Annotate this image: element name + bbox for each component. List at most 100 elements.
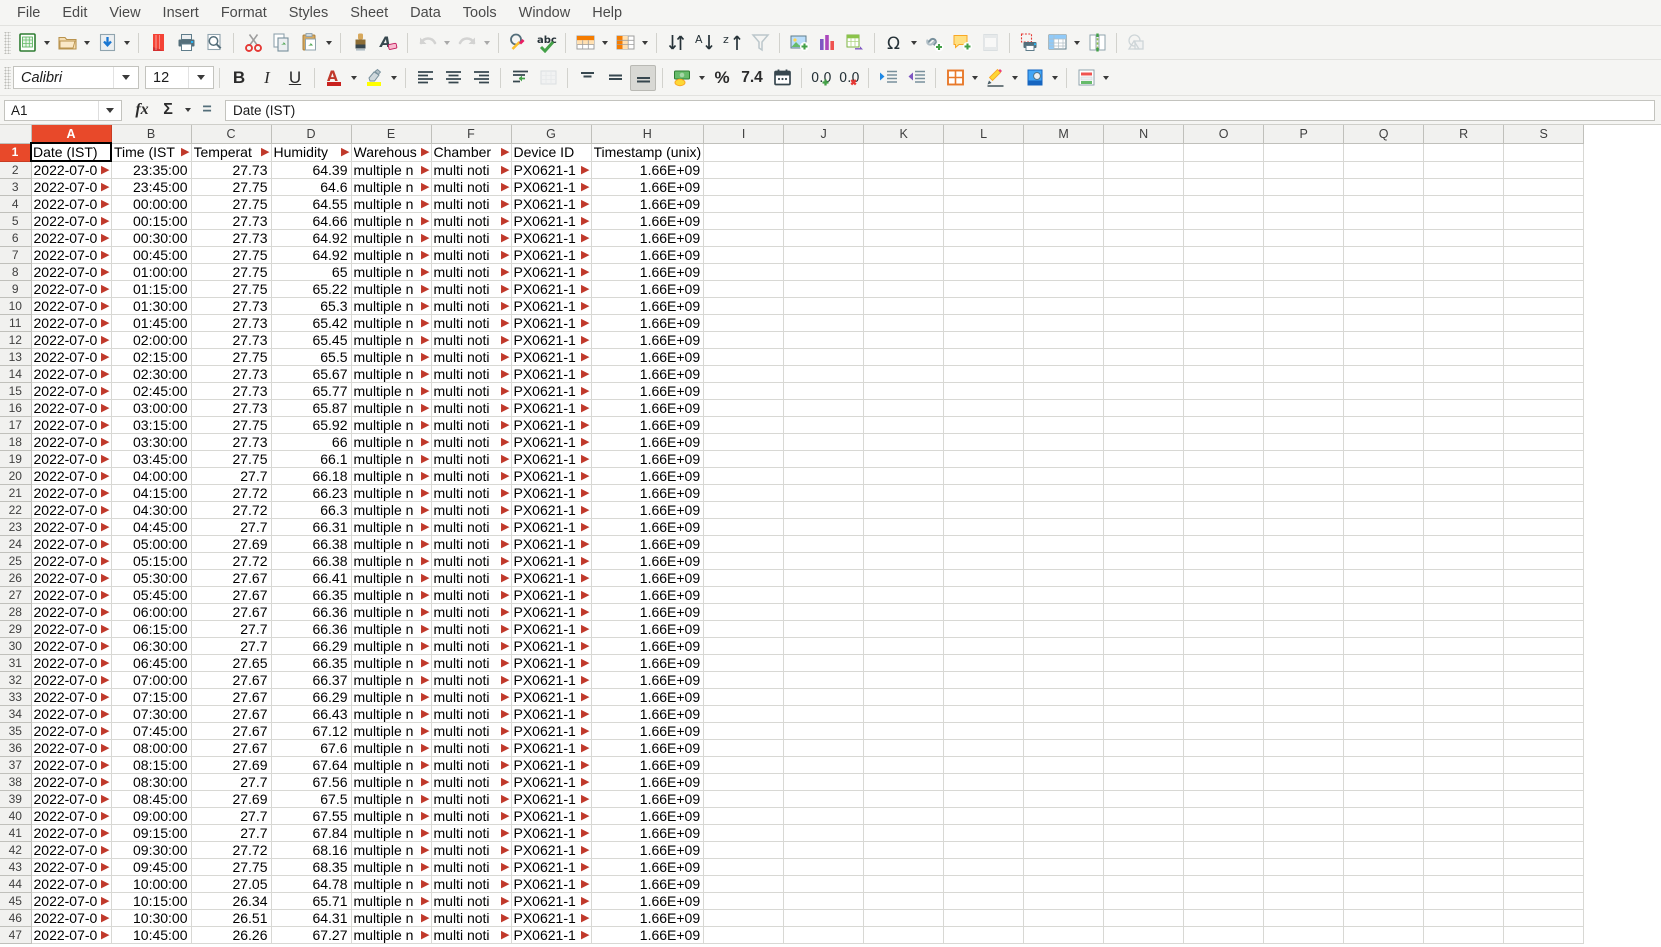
empty-cell-k21[interactable] xyxy=(863,484,945,502)
column-header-p[interactable]: P xyxy=(1263,125,1345,144)
empty-cell-i47[interactable] xyxy=(703,926,785,944)
cell-f2[interactable]: ▶ multi noti xyxy=(431,161,512,179)
cell-f44[interactable]: ▶ multi noti xyxy=(431,875,512,893)
align-top-icon[interactable] xyxy=(574,65,600,91)
cell-a41[interactable]: ▶ 2022-07-0 xyxy=(31,824,112,842)
empty-cell-i28[interactable] xyxy=(703,603,785,621)
empty-cell-k35[interactable] xyxy=(863,722,945,740)
empty-cell-p29[interactable] xyxy=(1263,620,1345,638)
cell-c12[interactable]: 27.73 xyxy=(191,331,272,349)
cell-a12[interactable]: ▶ 2022-07-0 xyxy=(31,331,112,349)
cell-h15[interactable]: 1.66E+09 xyxy=(591,382,705,400)
cell-f26[interactable]: ▶ multi noti xyxy=(431,569,512,587)
empty-cell-q20[interactable] xyxy=(1343,467,1425,485)
cell-g22[interactable]: ▶ PX0621-1 xyxy=(511,501,592,519)
empty-cell-n39[interactable] xyxy=(1103,790,1185,808)
empty-cell-m36[interactable] xyxy=(1023,739,1105,757)
align-right-icon[interactable] xyxy=(468,65,494,91)
cell-d32[interactable]: 66.37 xyxy=(271,671,352,689)
menu-window[interactable]: Window xyxy=(508,2,582,24)
function-wizard-icon[interactable]: fx xyxy=(130,99,154,121)
empty-cell-l18[interactable] xyxy=(943,433,1025,451)
row-header-20[interactable]: 20 xyxy=(0,467,32,485)
empty-cell-n14[interactable] xyxy=(1103,365,1185,383)
cell-d47[interactable]: 67.27 xyxy=(271,926,352,944)
empty-cell-n44[interactable] xyxy=(1103,875,1185,893)
borders-dropdown[interactable] xyxy=(969,65,980,91)
empty-cell-k37[interactable] xyxy=(863,756,945,774)
empty-cell-p12[interactable] xyxy=(1263,331,1345,349)
cell-b34[interactable]: 07:30:00 xyxy=(111,705,192,723)
empty-cell-s37[interactable] xyxy=(1503,756,1585,774)
empty-cell-k10[interactable] xyxy=(863,297,945,315)
empty-cell-r11[interactable] xyxy=(1423,314,1505,332)
cell-e45[interactable]: ▶ multiple n xyxy=(351,892,432,910)
format-currency-icon[interactable] xyxy=(669,65,695,91)
cell-e5[interactable]: ▶ multiple n xyxy=(351,212,432,230)
define-print-area-icon[interactable] xyxy=(1016,30,1042,56)
cell-f23[interactable]: ▶ multi noti xyxy=(431,518,512,536)
empty-cell-l12[interactable] xyxy=(943,331,1025,349)
cell-c23[interactable]: 27.7 xyxy=(191,518,272,536)
cell-g3[interactable]: ▶ PX0621-1 xyxy=(511,178,592,196)
empty-cell-r37[interactable] xyxy=(1423,756,1505,774)
empty-cell-i5[interactable] xyxy=(703,212,785,230)
cell-f37[interactable]: ▶ multi noti xyxy=(431,756,512,774)
empty-cell-p36[interactable] xyxy=(1263,739,1345,757)
format-number-icon[interactable]: 7.4 xyxy=(737,65,767,91)
cell-b39[interactable]: 08:45:00 xyxy=(111,790,192,808)
empty-cell-r31[interactable] xyxy=(1423,654,1505,672)
undo-icon[interactable] xyxy=(414,30,440,56)
empty-cell-r30[interactable] xyxy=(1423,637,1505,655)
empty-cell-k7[interactable] xyxy=(863,246,945,264)
empty-cell-n9[interactable] xyxy=(1103,280,1185,298)
empty-cell-n42[interactable] xyxy=(1103,841,1185,859)
empty-cell-m20[interactable] xyxy=(1023,467,1105,485)
cell-d15[interactable]: 65.77 xyxy=(271,382,352,400)
font-color-icon[interactable]: A xyxy=(321,65,347,91)
menu-format[interactable]: Format xyxy=(210,2,278,24)
increase-indent-icon[interactable] xyxy=(875,65,901,91)
empty-cell-p44[interactable] xyxy=(1263,875,1345,893)
empty-cell-j25[interactable] xyxy=(783,552,865,570)
empty-cell-i22[interactable] xyxy=(703,501,785,519)
empty-cell-s35[interactable] xyxy=(1503,722,1585,740)
empty-cell-o47[interactable] xyxy=(1183,926,1265,944)
empty-cell-l7[interactable] xyxy=(943,246,1025,264)
empty-cell-r3[interactable] xyxy=(1423,178,1505,196)
cell-e25[interactable]: ▶ multiple n xyxy=(351,552,432,570)
empty-cell-k43[interactable] xyxy=(863,858,945,876)
empty-cell-q14[interactable] xyxy=(1343,365,1425,383)
empty-cell-q9[interactable] xyxy=(1343,280,1425,298)
cell-b13[interactable]: 02:15:00 xyxy=(111,348,192,366)
cell-h7[interactable]: 1.66E+09 xyxy=(591,246,705,264)
cell-a10[interactable]: ▶ 2022-07-0 xyxy=(31,297,112,315)
empty-cell-s47[interactable] xyxy=(1503,926,1585,944)
cell-f33[interactable]: ▶ multi noti xyxy=(431,688,512,706)
empty-cell-o18[interactable] xyxy=(1183,433,1265,451)
cell-f13[interactable]: ▶ multi noti xyxy=(431,348,512,366)
empty-cell-r28[interactable] xyxy=(1423,603,1505,621)
empty-cell-m41[interactable] xyxy=(1023,824,1105,842)
empty-cell-o34[interactable] xyxy=(1183,705,1265,723)
empty-cell-q36[interactable] xyxy=(1343,739,1425,757)
cell-e20[interactable]: ▶ multiple n xyxy=(351,467,432,485)
empty-cell-k14[interactable] xyxy=(863,365,945,383)
cell-b25[interactable]: 05:15:00 xyxy=(111,552,192,570)
row-header-36[interactable]: 36 xyxy=(0,739,32,757)
empty-cell-r47[interactable] xyxy=(1423,926,1505,944)
cell-h12[interactable]: 1.66E+09 xyxy=(591,331,705,349)
cell-e14[interactable]: ▶ multiple n xyxy=(351,365,432,383)
empty-cell-l33[interactable] xyxy=(943,688,1025,706)
cell-a19[interactable]: ▶ 2022-07-0 xyxy=(31,450,112,468)
cell-d22[interactable]: 66.3 xyxy=(271,501,352,519)
cell-d10[interactable]: 65.3 xyxy=(271,297,352,315)
empty-cell-r26[interactable] xyxy=(1423,569,1505,587)
empty-cell-m8[interactable] xyxy=(1023,263,1105,281)
empty-cell-l9[interactable] xyxy=(943,280,1025,298)
empty-cell-k36[interactable] xyxy=(863,739,945,757)
cell-c29[interactable]: 27.7 xyxy=(191,620,272,638)
insert-comment-icon[interactable] xyxy=(949,30,975,56)
empty-cell-l11[interactable] xyxy=(943,314,1025,332)
empty-cell-i14[interactable] xyxy=(703,365,785,383)
